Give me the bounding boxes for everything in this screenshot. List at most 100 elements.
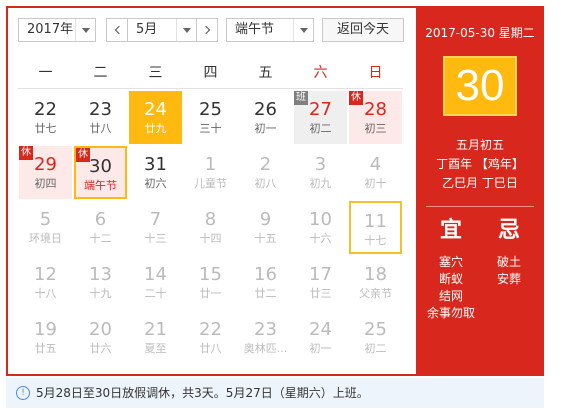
day-number: 19 [34, 319, 57, 340]
weekday-label: 日 [368, 65, 383, 81]
lunar-label: 廿八 [89, 122, 112, 135]
yi-list: 塞穴 断蚁 结网 余事勿取 [421, 254, 481, 322]
day-number: 15 [199, 264, 222, 285]
back-to-today-button[interactable]: 返回今天 [322, 18, 404, 42]
day-cell[interactable]: 31 初六 [129, 146, 182, 199]
lunar-label: 环境日 [29, 232, 62, 245]
weekday-label: 四 [203, 65, 218, 81]
day-cell-hovered[interactable]: 11 十七 [349, 201, 402, 254]
day-number: 4 [369, 154, 382, 175]
ji-list: 破土 安葬 [479, 254, 539, 288]
day-cell[interactable]: 18 父亲节 [349, 256, 402, 309]
day-cell[interactable]: 26 初一 [239, 91, 292, 144]
day-cell[interactable]: 16 廿二 [239, 256, 292, 309]
day-cell[interactable]: 休 28 初三 [349, 91, 402, 144]
lunar-label: 十八 [34, 287, 57, 300]
chevron-left-icon [114, 25, 124, 35]
weekday-label: 二 [93, 65, 108, 81]
day-cell[interactable]: 7 十三 [129, 201, 182, 254]
day-number: 25 [364, 319, 387, 340]
lunar-label: 廿一 [199, 287, 222, 300]
day-cell[interactable]: 23 奥林匹... [239, 311, 292, 364]
date-detail-panel: 2017-05-30 星期二 30 五月初五 丁酉年 【鸡年】 乙巳月 丁巳日 … [416, 8, 544, 374]
day-cell[interactable]: 休 29 初四 [19, 146, 72, 199]
lunar-label: 十六 [309, 232, 332, 245]
calendar-grid: 22 廿七 23 廿八 24 廿九 25 三十 26 初一 班 27 初二 休 28 初三 休 29… [18, 90, 403, 370]
day-cell[interactable]: 22 廿七 [19, 91, 72, 144]
holiday-select[interactable]: 端午节 [226, 18, 314, 42]
day-number: 26 [254, 99, 277, 120]
lunar-label: 初四 [34, 177, 57, 190]
day-number: 24 [144, 99, 167, 120]
day-cell[interactable]: 25 初二 [349, 311, 402, 364]
day-number: 21 [144, 319, 167, 340]
day-number: 22 [199, 319, 222, 340]
day-number: 2 [259, 154, 272, 175]
yi-item: 余事勿取 [426, 306, 475, 320]
day-number: 17 [309, 264, 332, 285]
day-cell[interactable]: 1 儿童节 [184, 146, 237, 199]
day-number: 13 [89, 264, 112, 285]
lunar-label: 初八 [254, 177, 277, 190]
next-month-button[interactable] [196, 18, 218, 42]
month-select-value: 5月 [136, 22, 158, 37]
day-cell[interactable]: 23 廿八 [74, 91, 127, 144]
day-cell[interactable]: 15 廿一 [184, 256, 237, 309]
year-select[interactable]: 2017年 [18, 18, 96, 42]
lunar-label: 儿童节 [194, 177, 227, 190]
day-cell[interactable]: 13 十九 [74, 256, 127, 309]
day-cell[interactable]: 25 三十 [184, 91, 237, 144]
holiday-notice: ! 5月28日至30日放假调休，共3天。5月27日（星期六）上班。 [6, 378, 544, 408]
day-cell[interactable]: 24 初一 [294, 311, 347, 364]
day-number: 9 [259, 209, 272, 230]
lunar-label: 初一 [309, 342, 332, 355]
lunar-label: 廿七 [34, 122, 57, 135]
day-cell[interactable]: 4 初十 [349, 146, 402, 199]
chevron-down-icon [176, 19, 196, 41]
info-icon: ! [16, 386, 30, 400]
weekday-label: 三 [148, 65, 163, 81]
day-cell[interactable]: 12 十八 [19, 256, 72, 309]
day-cell[interactable]: 8 十四 [184, 201, 237, 254]
day-number: 25 [199, 99, 222, 120]
lunar-label: 十七 [364, 234, 387, 247]
yi-item: 塞穴 [438, 255, 463, 269]
ji-label: 忌 [497, 218, 520, 243]
ji-item: 安葬 [496, 272, 521, 286]
prev-month-button[interactable] [106, 18, 128, 42]
day-cell[interactable]: 10 十六 [294, 201, 347, 254]
day-cell-selected[interactable]: 休 30 端午节 [74, 146, 127, 199]
day-cell[interactable]: 3 初九 [294, 146, 347, 199]
day-cell[interactable]: 20 廿六 [74, 311, 127, 364]
day-cell[interactable]: 2 初八 [239, 146, 292, 199]
day-number: 16 [254, 264, 277, 285]
day-cell[interactable]: 5 环境日 [19, 201, 72, 254]
lunar-label: 初六 [144, 177, 167, 190]
day-cell[interactable]: 17 廿三 [294, 256, 347, 309]
workday-badge: 班 [294, 91, 308, 105]
calendar-toolbar: 2017年 5月 端午节 返回今天 [18, 18, 408, 44]
day-number: 12 [34, 264, 57, 285]
lunar-label: 三十 [199, 122, 222, 135]
day-number: 11 [364, 211, 387, 232]
lunar-label: 十五 [254, 232, 277, 245]
month-select[interactable]: 5月 [127, 18, 197, 42]
day-cell[interactable]: 班 27 初二 [294, 91, 347, 144]
day-cell[interactable]: 21 夏至 [129, 311, 182, 364]
day-cell-today[interactable]: 24 廿九 [129, 91, 182, 144]
day-cell[interactable]: 14 二十 [129, 256, 182, 309]
day-number: 3 [314, 154, 327, 175]
day-number: 6 [94, 209, 107, 230]
holiday-select-value: 端午节 [235, 22, 275, 37]
day-cell[interactable]: 9 十五 [239, 201, 292, 254]
day-cell[interactable]: 19 廿五 [19, 311, 72, 364]
lunar-date: 五月初五 [455, 138, 504, 152]
selected-date-line: 2017-05-30 星期二 [425, 26, 535, 40]
holiday-badge: 休 [19, 146, 33, 160]
day-cell[interactable]: 6 十二 [74, 201, 127, 254]
day-cell[interactable]: 22 廿八 [184, 311, 237, 364]
lunar-label: 十三 [144, 232, 167, 245]
day-number: 1 [204, 154, 217, 175]
calendar-widget: 2017年 5月 端午节 返回今天 一 二 三 四 五 六 日 22 廿七 23… [6, 6, 544, 376]
lunar-label: 十九 [89, 287, 112, 300]
